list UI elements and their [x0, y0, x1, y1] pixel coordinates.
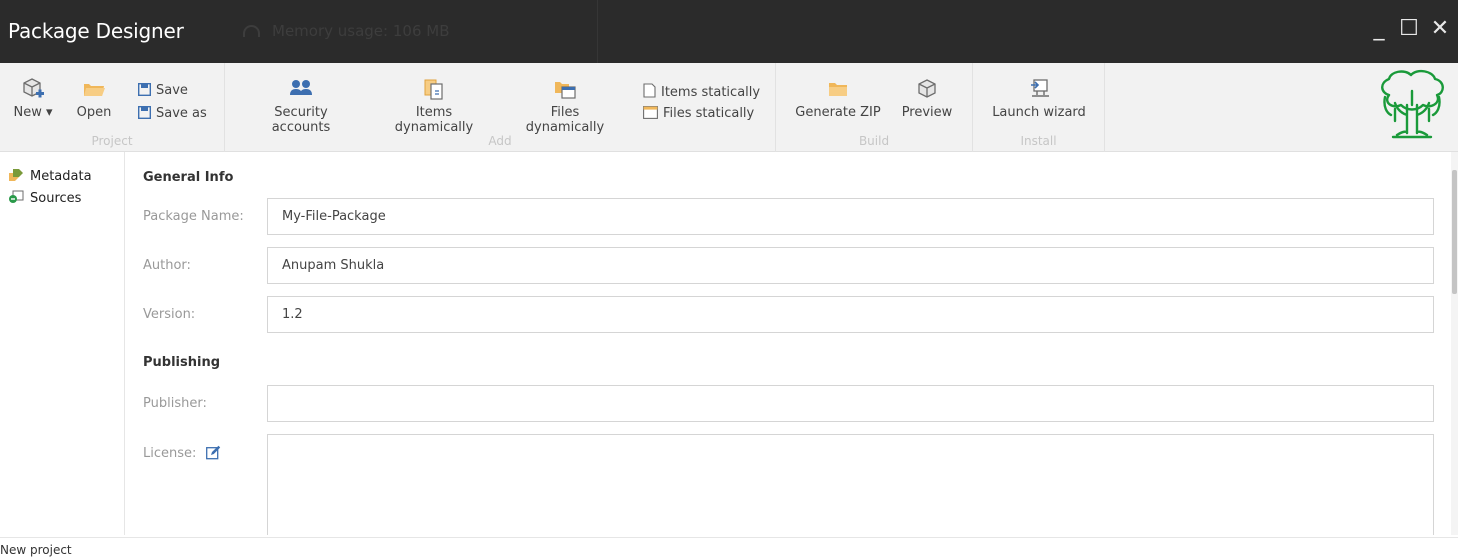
items-statically-button[interactable]: Items statically: [643, 83, 760, 100]
edit-icon[interactable]: [205, 445, 221, 460]
launch-wizard-button[interactable]: Launch wizard: [991, 77, 1087, 120]
files-statically-button[interactable]: Files statically: [643, 106, 754, 121]
sidebar: Metadata Sources: [0, 152, 125, 535]
files-statically-label: Files statically: [663, 106, 755, 121]
security-accounts-label: Security accounts: [271, 105, 331, 135]
new-button[interactable]: New ▾: [12, 77, 54, 120]
title-divider: [597, 0, 598, 63]
version-label: Version:: [143, 307, 196, 322]
files-dynamically-button[interactable]: Files dynamically: [511, 77, 619, 135]
security-accounts-button[interactable]: Security accounts: [245, 77, 357, 135]
save-as-label: Save as: [156, 106, 207, 121]
version-field[interactable]: 1.2: [267, 296, 1434, 333]
items-dynamically-label: Items dynamically: [394, 105, 474, 135]
status-bar: New project: [0, 537, 1458, 557]
main-content: General Info Package Name: My-File-Packa…: [126, 152, 1451, 535]
scrollbar-thumb[interactable]: [1452, 170, 1457, 294]
items-statically-label: Items statically: [661, 85, 761, 100]
users-icon: [290, 80, 312, 95]
group-caption-build: Build: [858, 134, 890, 148]
license-textarea[interactable]: [267, 434, 1434, 535]
sidebar-item-label: Sources: [30, 191, 82, 206]
memory-usage-label: Memory usage: 106 MB: [272, 22, 450, 40]
generate-zip-label: Generate ZIP: [795, 105, 881, 120]
save-button[interactable]: Save: [138, 83, 188, 98]
group-caption-add: Add: [488, 134, 512, 148]
vertical-scrollbar[interactable]: [1451, 152, 1458, 535]
new-label: New ▾: [13, 105, 53, 120]
publisher-label: Publisher:: [143, 396, 207, 411]
author-field[interactable]: Anupam Shukla: [267, 247, 1434, 284]
license-label: License:: [143, 446, 197, 461]
floppy-disk-icon: [138, 83, 151, 96]
license-label-row: License:: [143, 445, 221, 461]
documents-icon: [424, 79, 443, 100]
window-icon: [643, 106, 658, 119]
status-text: New project: [0, 543, 72, 557]
sidebar-item-metadata[interactable]: Metadata: [8, 168, 92, 184]
close-button[interactable]: ✕: [1427, 14, 1453, 44]
minimize-button[interactable]: _: [1366, 14, 1392, 44]
floppy-disk-icon: [138, 106, 151, 119]
document-icon: [643, 83, 656, 98]
package-name-field[interactable]: My-File-Package: [267, 198, 1434, 235]
generate-zip-button[interactable]: Generate ZIP: [794, 77, 882, 120]
ribbon-group-build: Generate ZIP Preview Build: [776, 63, 973, 152]
tags-icon: [9, 169, 23, 181]
sidebar-item-label: Metadata: [30, 169, 92, 184]
publisher-field[interactable]: [267, 385, 1434, 422]
section-title-general-info: General Info: [143, 170, 234, 185]
gauge-icon: [243, 25, 260, 37]
save-as-button[interactable]: Save as: [138, 106, 207, 121]
package-name-label: Package Name:: [143, 209, 244, 224]
author-label: Author:: [143, 258, 191, 273]
open-button[interactable]: Open: [72, 77, 116, 120]
launch-wizard-label: Launch wizard: [992, 105, 1086, 120]
package-new-icon: [23, 78, 44, 98]
save-label: Save: [156, 83, 188, 98]
open-label: Open: [76, 105, 112, 120]
preview-button[interactable]: Preview: [898, 77, 956, 120]
maximize-button[interactable]: ☐: [1396, 14, 1422, 44]
folder-window-icon: [555, 82, 576, 99]
ribbon-group-add: Security accounts Items dynamically File…: [225, 63, 776, 152]
memory-usage: Memory usage: 106 MB: [243, 22, 450, 40]
sidebar-item-sources[interactable]: Sources: [8, 190, 81, 206]
ribbon-group-install: Launch wizard Install: [973, 63, 1105, 152]
preview-label: Preview: [901, 105, 953, 120]
group-caption-project: Project: [91, 134, 133, 148]
items-dynamically-button[interactable]: Items dynamically: [378, 77, 490, 135]
ribbon-group-project: New ▾ Open Save Save as Project: [0, 63, 225, 152]
folder-open-icon: [84, 84, 105, 96]
sources-icon: [9, 190, 24, 203]
install-icon: [1031, 79, 1049, 97]
section-title-publishing: Publishing: [143, 355, 221, 370]
tree-logo: [1381, 69, 1444, 139]
ribbon-toolbar: New ▾ Open Save Save as Project Security…: [0, 63, 1458, 152]
package-icon: [918, 79, 936, 98]
group-caption-install: Install: [1020, 134, 1057, 148]
app-title: Package Designer: [8, 19, 184, 43]
files-dynamically-label: Files dynamically: [525, 105, 605, 135]
title-bar: Package Designer Memory usage: 106 MB _ …: [0, 0, 1458, 63]
folder-icon: [829, 83, 847, 96]
